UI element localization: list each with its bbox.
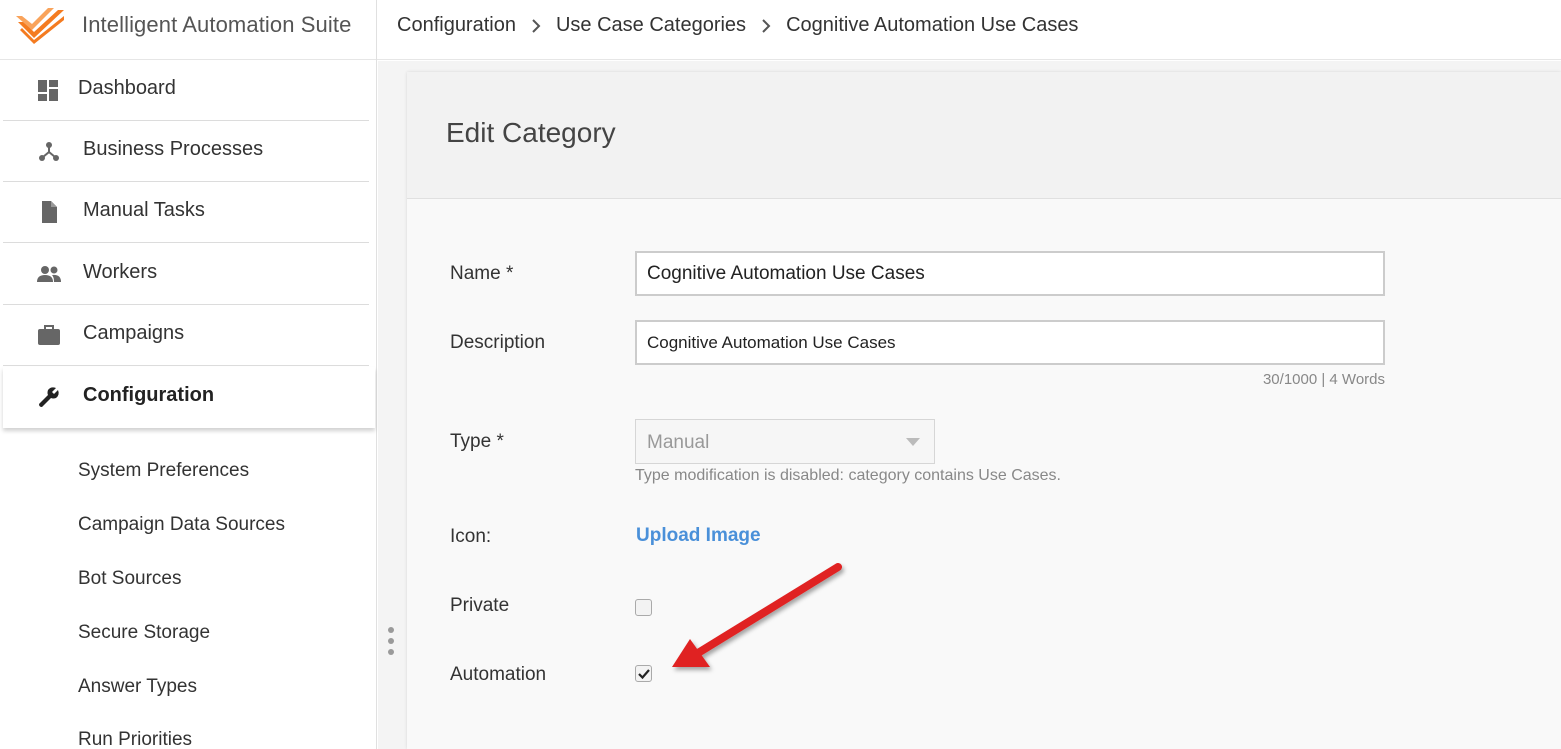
sub-item-bot-sources[interactable]: Bot Sources [78, 568, 182, 590]
automation-label: Automation [450, 664, 547, 685]
icon-label: Icon: [450, 526, 492, 547]
chevron-right-icon [532, 18, 541, 33]
briefcase-icon [38, 325, 60, 345]
panel-header: Edit Category [407, 72, 1561, 199]
caret-down-icon [906, 438, 920, 446]
name-field[interactable] [635, 251, 1385, 296]
sidebar-item-label: Configuration [83, 384, 215, 406]
sidebar-item-label: Business Processes [83, 138, 264, 160]
breadcrumb-current: Cognitive Automation Use Cases [786, 14, 1079, 36]
brand-area: Intelligent Automation Suite [0, 0, 377, 60]
type-hint: Type modification is disabled: category … [635, 467, 1061, 484]
private-checkbox[interactable] [635, 599, 652, 616]
dashboard-icon [38, 80, 58, 101]
breadcrumb: Configuration Use Case Categories Cognit… [397, 14, 1078, 37]
sub-item-campaign-data-sources[interactable]: Campaign Data Sources [78, 514, 285, 536]
sidebar-item-label: Dashboard [78, 77, 176, 99]
chevron-right-icon [762, 18, 771, 33]
breadcrumb-use-case-categories[interactable]: Use Case Categories [556, 14, 746, 37]
upload-image-link[interactable]: Upload Image [636, 525, 761, 547]
checkmark-icon [638, 669, 650, 680]
page-title: Edit Category [446, 117, 616, 148]
breadcrumb-configuration[interactable]: Configuration [397, 14, 516, 37]
app-title: Intelligent Automation Suite [82, 12, 352, 37]
sidebar-item-manual-tasks[interactable]: Manual Tasks [3, 182, 369, 243]
sidebar-item-campaigns[interactable]: Campaigns [3, 305, 369, 366]
description-field[interactable] [635, 320, 1385, 365]
sidebar-item-workers[interactable]: Workers [3, 244, 369, 305]
sub-item-system-preferences[interactable]: System Preferences [78, 460, 249, 482]
sub-item-answer-types[interactable]: Answer Types [78, 676, 197, 698]
sidebar-resize-handle[interactable] [386, 627, 396, 659]
sidebar-item-label: Manual Tasks [83, 199, 205, 221]
private-label: Private [450, 595, 510, 616]
edit-category-panel: Edit Category [407, 72, 1561, 749]
sub-item-secure-storage[interactable]: Secure Storage [78, 622, 210, 644]
sidebar-item-configuration[interactable]: Configuration [3, 367, 375, 428]
app-logo-icon[interactable] [14, 6, 66, 44]
sidebar-item-label: Campaigns [83, 322, 185, 344]
process-icon [39, 142, 59, 161]
type-label: Type * [450, 431, 504, 452]
sub-item-run-priorities[interactable]: Run Priorities [78, 729, 192, 749]
sidebar-item-dashboard[interactable]: Dashboard [3, 60, 369, 121]
people-icon [37, 266, 61, 282]
name-label: Name * [450, 263, 514, 284]
description-label: Description [450, 332, 546, 353]
sidebar-item-business-processes[interactable]: Business Processes [3, 121, 369, 182]
document-icon [42, 201, 57, 223]
type-select-value: Manual [647, 432, 710, 453]
top-header: Intelligent Automation Suite Configurati… [0, 0, 1561, 60]
type-select[interactable]: Manual [635, 419, 935, 464]
sidebar-item-label: Workers [83, 261, 158, 283]
description-counter: 30/1000 | 4 Words [1262, 371, 1385, 388]
automation-checkbox[interactable] [635, 665, 652, 682]
wrench-icon [39, 387, 59, 407]
sidebar: Dashboard Business Processes Manual Task… [0, 60, 377, 749]
